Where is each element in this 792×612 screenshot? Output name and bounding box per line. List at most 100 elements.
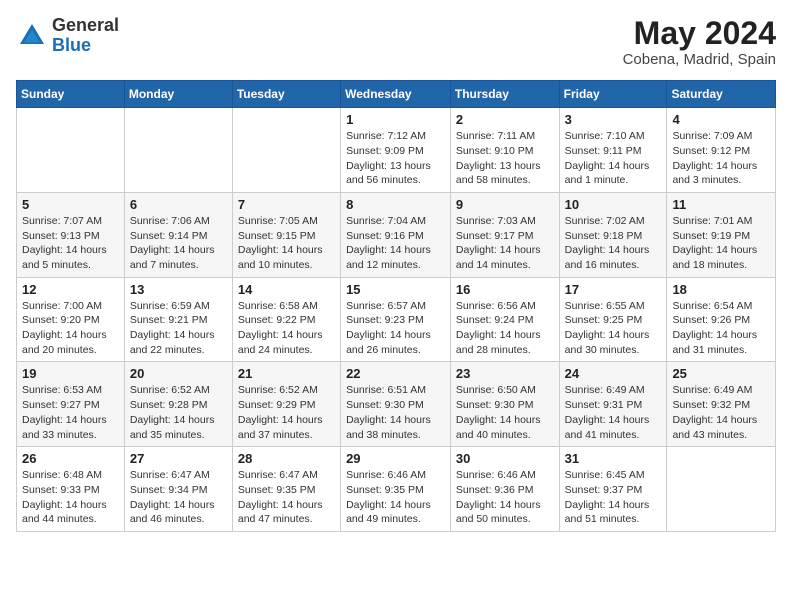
calendar-cell: 3Sunrise: 7:10 AMSunset: 9:11 PMDaylight… [559,108,667,193]
calendar-cell: 10 Sunrise: 7:02 AMSunset: 9:18 PMDayligh… [559,192,667,277]
day-info: Sunrise: 6:53 AMSunset: 9:27 PMDaylight:… [22,383,119,442]
day-number: 14 [238,282,335,297]
calendar-week-row: 1 Sunrise: 7:12 AMSunset: 9:09 PMDaylight… [17,108,776,193]
day-info: Sunrise: 7:01 AMSunset: 9:19 PMDaylight:… [672,214,770,273]
day-info: Sunrise: 7:03 AMSunset: 9:17 PMDaylight:… [456,214,554,273]
calendar-cell: 4 Sunrise: 7:09 AMSunset: 9:12 PMDaylight… [667,108,776,193]
calendar-cell [232,108,340,193]
weekday-header-sunday: Sunday [17,81,125,108]
calendar-cell: 26 Sunrise: 6:48 AMSunset: 9:33 PMDayligh… [17,447,125,532]
day-number: 1 [346,112,445,127]
day-info: Sunrise: 6:59 AMSunset: 9:21 PMDaylight:… [130,299,227,358]
calendar-cell: 28 Sunrise: 6:47 AMSunset: 9:35 PMDayligh… [232,447,340,532]
day-info: Sunrise: 6:46 AMSunset: 9:36 PMDaylight:… [456,468,554,527]
weekday-header-tuesday: Tuesday [232,81,340,108]
day-info: Sunrise: 6:52 AMSunset: 9:29 PMDaylight:… [238,383,335,442]
day-number: 21 [238,366,335,381]
calendar-cell: 2Sunrise: 7:11 AMSunset: 9:10 PMDaylight… [450,108,559,193]
calendar-cell: 29 Sunrise: 6:46 AMSunset: 9:35 PMDayligh… [341,447,451,532]
calendar-cell: 14 Sunrise: 6:58 AMSunset: 9:22 PMDayligh… [232,277,340,362]
weekday-header-row: SundayMondayTuesdayWednesdayThursdayFrid… [17,81,776,108]
day-number: 18 [672,282,770,297]
day-info: Sunrise: 6:49 AMSunset: 9:31 PMDaylight:… [565,383,662,442]
logo-blue-text: Blue [52,35,91,55]
calendar-cell [667,447,776,532]
day-number: 30 [456,451,554,466]
day-number: 31 [565,451,662,466]
day-number: 26 [22,451,119,466]
day-number: 2 [456,112,554,127]
weekday-header-friday: Friday [559,81,667,108]
day-number: 7 [238,197,335,212]
page-header: General Blue May 2024 Cobena, Madrid, Sp… [16,16,776,68]
location-text: Cobena, Madrid, Spain [623,51,776,68]
day-number: 24 [565,366,662,381]
calendar-cell: 19Sunrise: 6:53 AMSunset: 9:27 PMDayligh… [17,362,125,447]
calendar-week-row: 26 Sunrise: 6:48 AMSunset: 9:33 PMDayligh… [17,447,776,532]
day-info: Sunrise: 6:51 AMSunset: 9:30 PMDaylight:… [346,383,445,442]
calendar-cell: 16 Sunrise: 6:56 AMSunset: 9:24 PMDayligh… [450,277,559,362]
calendar-cell: 17 Sunrise: 6:55 AMSunset: 9:25 PMDayligh… [559,277,667,362]
day-number: 17 [565,282,662,297]
title-area: May 2024 Cobena, Madrid, Spain [623,16,776,68]
day-info: Sunrise: 7:06 AMSunset: 9:14 PMDaylight:… [130,214,227,273]
weekday-header-monday: Monday [124,81,232,108]
day-info: Sunrise: 6:49 AMSunset: 9:32 PMDaylight:… [672,383,770,442]
weekday-header-thursday: Thursday [450,81,559,108]
day-number: 4 [672,112,770,127]
day-number: 28 [238,451,335,466]
day-info: Sunrise: 6:46 AMSunset: 9:35 PMDaylight:… [346,468,445,527]
month-title: May 2024 [623,16,776,51]
day-info: Sunrise: 6:58 AMSunset: 9:22 PMDaylight:… [238,299,335,358]
calendar-cell: 6 Sunrise: 7:06 AMSunset: 9:14 PMDaylight… [124,192,232,277]
day-number: 23 [456,366,554,381]
day-number: 12 [22,282,119,297]
day-number: 29 [346,451,445,466]
day-number: 20 [130,366,227,381]
day-number: 25 [672,366,770,381]
calendar-cell: 8 Sunrise: 7:04 AMSunset: 9:16 PMDaylight… [341,192,451,277]
calendar-week-row: 5Sunrise: 7:07 AMSunset: 9:13 PMDaylight… [17,192,776,277]
day-number: 8 [346,197,445,212]
calendar-cell: 9 Sunrise: 7:03 AMSunset: 9:17 PMDaylight… [450,192,559,277]
calendar-cell: 5Sunrise: 7:07 AMSunset: 9:13 PMDaylight… [17,192,125,277]
calendar-week-row: 12 Sunrise: 7:00 AMSunset: 9:20 PMDayligh… [17,277,776,362]
day-info: Sunrise: 7:05 AMSunset: 9:15 PMDaylight:… [238,214,335,273]
calendar-cell: 30 Sunrise: 6:46 AMSunset: 9:36 PMDayligh… [450,447,559,532]
day-number: 5 [22,197,119,212]
day-number: 6 [130,197,227,212]
day-info: Sunrise: 7:12 AMSunset: 9:09 PMDaylight:… [346,129,445,188]
day-number: 13 [130,282,227,297]
day-number: 16 [456,282,554,297]
day-info: Sunrise: 6:55 AMSunset: 9:25 PMDaylight:… [565,299,662,358]
calendar-cell: 7 Sunrise: 7:05 AMSunset: 9:15 PMDaylight… [232,192,340,277]
day-info: Sunrise: 7:10 AMSunset: 9:11 PMDaylight:… [565,129,662,188]
calendar-cell: 24 Sunrise: 6:49 AMSunset: 9:31 PMDayligh… [559,362,667,447]
calendar-cell: 1 Sunrise: 7:12 AMSunset: 9:09 PMDaylight… [341,108,451,193]
day-info: Sunrise: 6:56 AMSunset: 9:24 PMDaylight:… [456,299,554,358]
calendar-cell: 12 Sunrise: 7:00 AMSunset: 9:20 PMDayligh… [17,277,125,362]
calendar-cell: 13 Sunrise: 6:59 AMSunset: 9:21 PMDayligh… [124,277,232,362]
day-number: 9 [456,197,554,212]
day-info: Sunrise: 6:57 AMSunset: 9:23 PMDaylight:… [346,299,445,358]
calendar-cell: 20 Sunrise: 6:52 AMSunset: 9:28 PMDayligh… [124,362,232,447]
calendar-week-row: 19Sunrise: 6:53 AMSunset: 9:27 PMDayligh… [17,362,776,447]
day-info: Sunrise: 6:54 AMSunset: 9:26 PMDaylight:… [672,299,770,358]
logo: General Blue [16,16,119,56]
calendar-cell: 11Sunrise: 7:01 AMSunset: 9:19 PMDayligh… [667,192,776,277]
day-number: 27 [130,451,227,466]
calendar-cell [17,108,125,193]
calendar-table: SundayMondayTuesdayWednesdayThursdayFrid… [16,80,776,532]
day-info: Sunrise: 7:00 AMSunset: 9:20 PMDaylight:… [22,299,119,358]
day-info: Sunrise: 6:52 AMSunset: 9:28 PMDaylight:… [130,383,227,442]
day-info: Sunrise: 7:09 AMSunset: 9:12 PMDaylight:… [672,129,770,188]
calendar-cell: 15Sunrise: 6:57 AMSunset: 9:23 PMDayligh… [341,277,451,362]
day-info: Sunrise: 6:48 AMSunset: 9:33 PMDaylight:… [22,468,119,527]
calendar-cell [124,108,232,193]
calendar-cell: 18 Sunrise: 6:54 AMSunset: 9:26 PMDayligh… [667,277,776,362]
day-number: 10 [565,197,662,212]
day-info: Sunrise: 6:47 AMSunset: 9:35 PMDaylight:… [238,468,335,527]
day-info: Sunrise: 7:04 AMSunset: 9:16 PMDaylight:… [346,214,445,273]
day-info: Sunrise: 6:47 AMSunset: 9:34 PMDaylight:… [130,468,227,527]
day-info: Sunrise: 7:02 AMSunset: 9:18 PMDaylight:… [565,214,662,273]
